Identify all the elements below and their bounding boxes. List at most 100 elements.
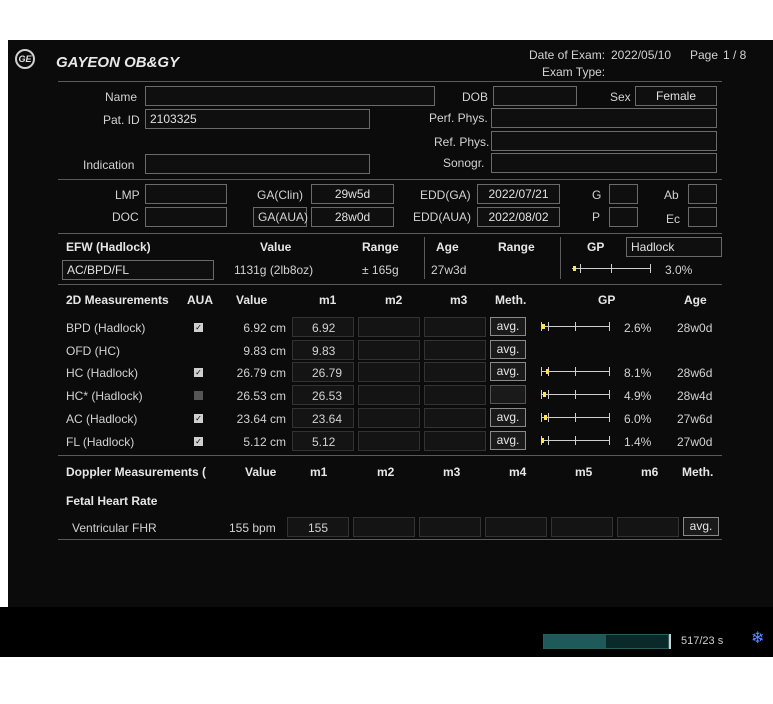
- sex-field[interactable]: Female: [635, 86, 717, 106]
- edd-ga-field[interactable]: 2022/07/21: [477, 184, 560, 204]
- ec-label: Ec: [666, 212, 681, 226]
- m2d-row-gp: 1.4%: [624, 435, 652, 449]
- aua-checkbox[interactable]: ✓: [194, 323, 203, 332]
- perf-phys-label: Perf. Phys.: [429, 111, 488, 125]
- m2d-value-header: Value: [236, 293, 268, 307]
- dob-label: DOB: [462, 90, 489, 104]
- aua-checkbox[interactable]: ✓: [194, 368, 203, 377]
- efw-range: ± 165g: [362, 263, 399, 277]
- m2d-method-button[interactable]: avg.: [490, 317, 526, 336]
- efw-value-header: Value: [260, 240, 292, 254]
- m2d-gp-tick: [609, 367, 610, 376]
- m2d-gp-tick: [575, 367, 576, 376]
- ref-phys-field[interactable]: [491, 131, 717, 151]
- progress-fill: [544, 635, 606, 648]
- ec-field[interactable]: [688, 207, 717, 227]
- dob-field[interactable]: [493, 86, 577, 106]
- m2d-m3-cell[interactable]: [424, 317, 486, 337]
- m2d-gp-tick: [609, 322, 610, 331]
- indication-field[interactable]: [145, 154, 370, 174]
- doppler-title: Doppler Measurements (: [66, 465, 207, 479]
- efw-formula-select[interactable]: AC/BPD/FL: [62, 260, 214, 280]
- edd-aua-field[interactable]: 2022/08/02: [477, 207, 560, 227]
- m2d-m2-cell[interactable]: [358, 431, 420, 451]
- m2d-gp-header: GP: [598, 293, 616, 307]
- m2d-row-value: 26.53 cm: [236, 389, 286, 403]
- perf-phys-field[interactable]: [491, 108, 717, 128]
- ga-clin-field[interactable]: 29w5d: [311, 184, 394, 204]
- doc-field[interactable]: [145, 207, 227, 227]
- fhr-m6[interactable]: [617, 517, 679, 537]
- efw-method-select[interactable]: Hadlock: [626, 237, 722, 257]
- m2d-m3-cell[interactable]: [424, 385, 486, 405]
- edd-aua-label: EDD(AUA): [413, 210, 472, 224]
- g-field[interactable]: [609, 184, 638, 204]
- ab-field[interactable]: [688, 184, 717, 204]
- fhr-m4[interactable]: [485, 517, 547, 537]
- m2d-m3-cell[interactable]: [424, 431, 486, 451]
- progress-bar: [543, 634, 669, 649]
- fhr-m5[interactable]: [551, 517, 613, 537]
- m2d-method-button[interactable]: avg.: [490, 340, 526, 359]
- m2d-m2-cell[interactable]: [358, 317, 420, 337]
- m2d-row-label: OFD (HC): [66, 344, 120, 358]
- m2d-m2-cell[interactable]: [358, 340, 420, 360]
- m2d-m3-cell[interactable]: [424, 340, 486, 360]
- m2d-gp-tick: [609, 390, 610, 399]
- m2d-method-button[interactable]: avg.: [490, 408, 526, 427]
- pat-id-label: Pat. ID: [103, 113, 140, 127]
- ga-aua-field[interactable]: 28w0d: [311, 207, 394, 227]
- efw-gp-tick: [611, 264, 612, 273]
- m2d-method-button[interactable]: avg.: [490, 362, 526, 381]
- divider: [560, 237, 561, 279]
- snowflake-icon[interactable]: ❄: [751, 631, 764, 647]
- m2d-m2-cell[interactable]: [358, 385, 420, 405]
- efw-range-header: Range: [362, 240, 399, 254]
- m2d-gp-tick: [609, 413, 610, 422]
- m2d-method-button[interactable]: avg.: [490, 431, 526, 450]
- m2d-row-value: 5.12 cm: [243, 435, 286, 449]
- m2d-gp-tick: [547, 413, 549, 422]
- bottom-status-bar: [0, 607, 773, 657]
- date-of-exam-label: Date of Exam:: [529, 48, 606, 62]
- doppler-meth-header: Meth.: [682, 465, 714, 479]
- sex-label: Sex: [610, 90, 631, 104]
- m2d-gp-tick: [541, 367, 542, 376]
- efw-gp: 3.0%: [665, 263, 693, 277]
- page-label: Page: [690, 48, 719, 62]
- fhr-method-button[interactable]: avg.: [683, 517, 719, 536]
- m2d-m3-cell[interactable]: [424, 362, 486, 382]
- aua-checkbox[interactable]: ✓: [194, 437, 203, 446]
- fhr-m3[interactable]: [419, 517, 481, 537]
- m2d-gp-tick: [541, 413, 542, 422]
- fhr-m1[interactable]: 155: [287, 517, 349, 537]
- m2d-m3-cell[interactable]: [424, 408, 486, 428]
- m2d-method-button[interactable]: [490, 385, 526, 404]
- name-field[interactable]: [145, 86, 435, 106]
- counter-text: 517/23 s: [681, 635, 724, 647]
- ga-aua-label-box: GA(AUA): [253, 207, 308, 227]
- aua-checkbox[interactable]: ✓: [194, 414, 203, 423]
- efw-gp-marker: [573, 266, 577, 271]
- lmp-field[interactable]: [145, 184, 227, 204]
- m2d-m1-text: 26.53: [312, 389, 343, 403]
- m2d-m1-text: 5.12: [312, 435, 336, 449]
- m2d-m2-cell[interactable]: [358, 408, 420, 428]
- divider: [58, 455, 722, 456]
- divider: [58, 284, 722, 285]
- fhr-section-title: Fetal Heart Rate: [66, 494, 158, 508]
- m2d-m2-cell[interactable]: [358, 362, 420, 382]
- efw-age: 27w3d: [431, 263, 467, 277]
- sonographer-field[interactable]: [491, 153, 717, 173]
- date-of-exam-value: 2022/05/10: [611, 48, 672, 62]
- aua-checkbox[interactable]: ✓: [194, 391, 203, 400]
- pat-id-field[interactable]: 2103325: [145, 109, 370, 129]
- fhr-m2[interactable]: [353, 517, 415, 537]
- m2d-m1-text: 23.64: [312, 412, 343, 426]
- m2d-gp-marker: [545, 369, 549, 374]
- p-field[interactable]: [609, 207, 638, 227]
- m2d-row-gp: 6.0%: [624, 412, 652, 426]
- divider: [58, 233, 722, 234]
- m2d-gp-marker: [543, 392, 547, 397]
- m2d-m1-text: 6.92: [312, 321, 336, 335]
